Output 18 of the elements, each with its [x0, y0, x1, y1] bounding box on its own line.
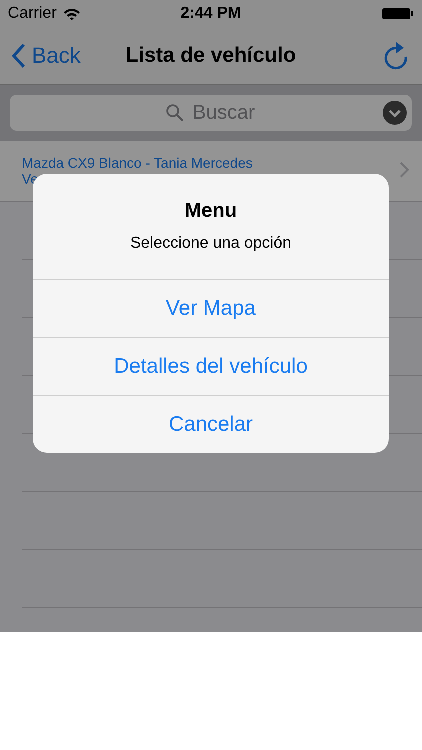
alert-option[interactable]: Cancelar [33, 395, 389, 453]
chevron-icon [400, 162, 410, 178]
vehicle-name: Mazda CX9 Blanco - Tania Mercedes [22, 155, 253, 171]
alert-option[interactable]: Detalles del vehículo [33, 337, 389, 395]
wifi-icon [62, 8, 81, 20]
battery-icon [382, 8, 414, 20]
carrier-label: Carrier [8, 5, 57, 23]
alert-option[interactable]: Ver Mapa [33, 279, 389, 337]
search-icon [166, 104, 184, 122]
chevron-left-icon [12, 43, 26, 69]
refresh-button[interactable] [382, 41, 410, 71]
dropdown-icon[interactable] [383, 101, 407, 125]
search-field[interactable]: Buscar [10, 95, 412, 131]
screen-title: Lista de vehículo [126, 44, 296, 68]
alert-title: Menu [184, 200, 238, 223]
status-time: 2:44 PM [180, 5, 242, 23]
back-button[interactable]: Back [12, 43, 81, 69]
alert-message: Seleccione una opción [130, 235, 292, 253]
